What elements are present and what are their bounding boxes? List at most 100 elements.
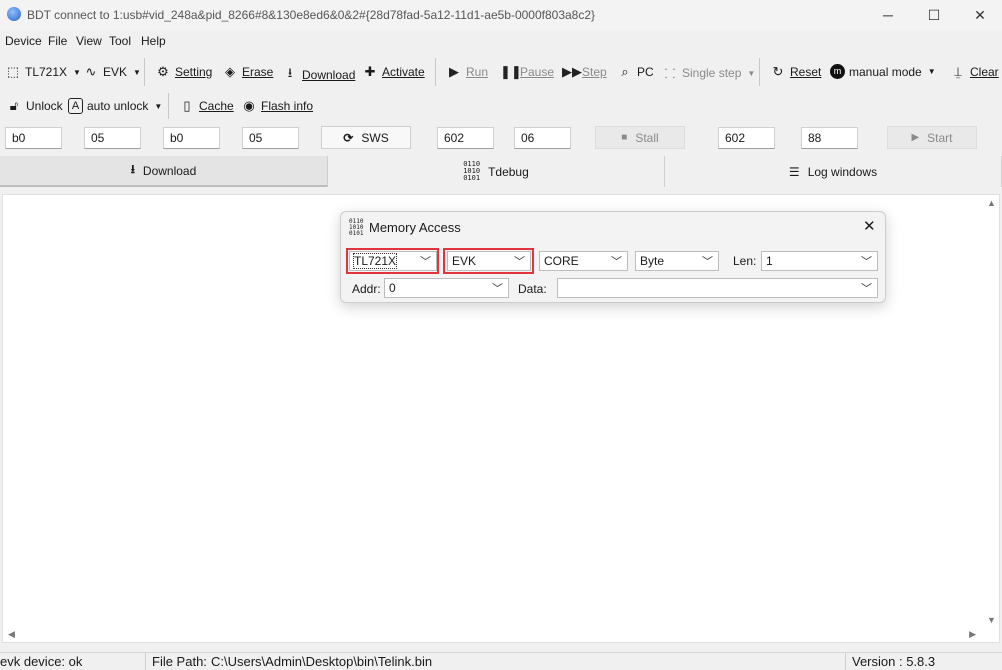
field-5[interactable]: 602 [437,127,494,149]
start-button[interactable]: ▶ Start [887,126,977,149]
menu-file[interactable]: File [48,34,67,48]
plus-icon: ✚ [364,64,376,79]
sws-button[interactable]: ⟳ SWS [321,126,411,149]
field-8[interactable]: 88 [801,127,858,149]
horizontal-scrollbar[interactable]: ◀ ▶ [2,627,982,643]
menu-device[interactable]: Device [5,34,42,48]
tab-log-windows[interactable]: ☰ Log windows [665,156,1002,187]
dialog-title: Memory Access [369,220,461,235]
pause-icon: ❚❚ [500,64,522,79]
tab-download[interactable]: ⭳ Download [0,156,328,187]
title-bar: BDT connect to 1:usb#vid_248a&pid_8266#8… [0,0,1002,30]
file-path: C:\Users\Admin\Desktop\bin\Telink.bin [211,654,433,669]
download-icon: ⭳ [287,65,293,80]
binary-icon: 0110 1010 0101 [349,218,364,237]
mode-select[interactable]: m manual mode ▼ [830,64,936,79]
chevron-down-icon: ﹀ [861,283,872,295]
clear-button[interactable]: ⍊ Clear [950,64,999,80]
dialog-target-select[interactable]: CORE ﹀ [539,251,628,271]
sync-icon: ⟳ [343,130,354,145]
menu-view[interactable]: View [76,34,102,48]
menu-help[interactable]: Help [141,34,166,48]
field-6[interactable]: 06 [514,127,571,149]
chevron-down-icon: ﹀ [492,283,503,295]
chip-icon: ⬚ [6,64,20,79]
status-separator [845,653,846,670]
pause-button[interactable]: ❚❚ Pause [500,64,554,80]
minimize-button[interactable]: ─ [865,0,911,30]
tab-tdebug[interactable]: 0110 1010 0101 Tdebug [328,156,665,187]
broom-icon: ⍊ [954,64,962,79]
sd-card-icon: ▯ [183,98,191,113]
field-7[interactable]: 602 [718,127,775,149]
activate-button[interactable]: ✚ Activate [362,64,425,80]
maximize-button[interactable]: ☐ [911,0,957,30]
download-button[interactable]: ⭳ Download [282,64,356,86]
setting-button[interactable]: ⚙ Setting [155,64,212,80]
status-separator [145,653,146,670]
stall-button[interactable]: ■ Stall [595,126,685,149]
field-3[interactable]: b0 [163,127,220,149]
dialog-addr-select[interactable]: 0 ﹀ [384,278,509,298]
close-icon[interactable]: ✕ [863,217,876,235]
status-bar: evk device: ok File Path: C:\Users\Admin… [0,652,1002,670]
len-label: Len: [733,254,757,268]
flash-info-button[interactable]: ◉ Flash info [241,98,313,114]
footsteps-icon: ⸬ [664,66,676,81]
toolbar-separator [435,58,436,86]
reset-button[interactable]: ↻ Reset [770,64,822,80]
run-button[interactable]: ▶ Run [446,64,488,80]
scroll-right-icon[interactable]: ▶ [969,629,976,640]
chevron-down-icon: ﹀ [611,256,622,268]
toolbar-separator [168,93,169,119]
step-icon: ▶▶ [562,64,582,79]
close-window-button[interactable]: ✕ [957,0,1002,30]
eraser-icon: ◈ [225,64,235,79]
highlight-box [443,248,534,274]
field-2[interactable]: 05 [84,127,141,149]
scroll-down-icon[interactable]: ▼ [987,615,996,625]
gear-icon: ⚙ [157,64,169,79]
download-icon: ⭳ [130,162,135,176]
list-icon: ☰ [788,164,800,179]
auto-unlock-select[interactable]: Aauto unlock ▼ [68,98,162,114]
magnifier-icon: ⌕ [621,64,629,79]
scroll-left-icon[interactable]: ◀ [8,629,15,640]
app-icon [7,7,21,21]
chevron-down-icon: ﹀ [861,256,872,268]
addr-label: Addr: [352,282,381,296]
waveform-icon: ∿ [85,64,97,79]
version-label: Version : 5.8.3 [852,654,936,669]
vertical-scrollbar[interactable]: ▲ ▼ [984,194,1000,627]
erase-button[interactable]: ◈ Erase [222,64,273,80]
field-1[interactable]: b0 [5,127,62,149]
device-status: evk device: ok [0,654,83,669]
lock-icon: 🔓︎ [9,98,19,113]
cache-button[interactable]: ▯ Cache [179,98,233,114]
field-4[interactable]: 05 [242,127,299,149]
toolbar-separator [759,58,760,86]
reset-icon: ↻ [772,64,784,79]
toolbar-separator [144,58,145,86]
chip-select[interactable]: ⬚ TL721X ▼ [5,64,81,80]
scroll-up-icon[interactable]: ▲ [987,198,996,208]
play-icon: ▶ [911,132,920,143]
file-path-label: File Path: [152,654,207,669]
pc-button[interactable]: ⌕ PC [617,64,653,80]
data-label: Data: [518,282,547,296]
chevron-down-icon: ﹀ [702,256,713,268]
eye-icon: ◉ [243,98,255,113]
unlock-button[interactable]: 🔓︎ Unlock [6,98,63,114]
mode-icon: m [830,64,845,79]
dialog-len-select[interactable]: 1 ﹀ [761,251,878,271]
menu-tool[interactable]: Tool [109,34,131,48]
dialog-width-select[interactable]: Byte ﹀ [635,251,719,271]
single-step-button[interactable]: ⸬ Single step ▼ [662,64,756,82]
memory-access-dialog: 0110 1010 0101 Memory Access ✕ TL721X ﹀ EVK… [340,211,886,303]
stop-icon: ■ [621,132,628,143]
auto-unlock-icon: A [68,98,83,114]
board-select[interactable]: ∿ EVK ▼ [83,64,141,80]
step-button[interactable]: ▶▶ Step [562,64,607,80]
binary-icon: 0110 1010 0101 [463,160,481,182]
dialog-data-select[interactable]: ﹀ [557,278,878,298]
